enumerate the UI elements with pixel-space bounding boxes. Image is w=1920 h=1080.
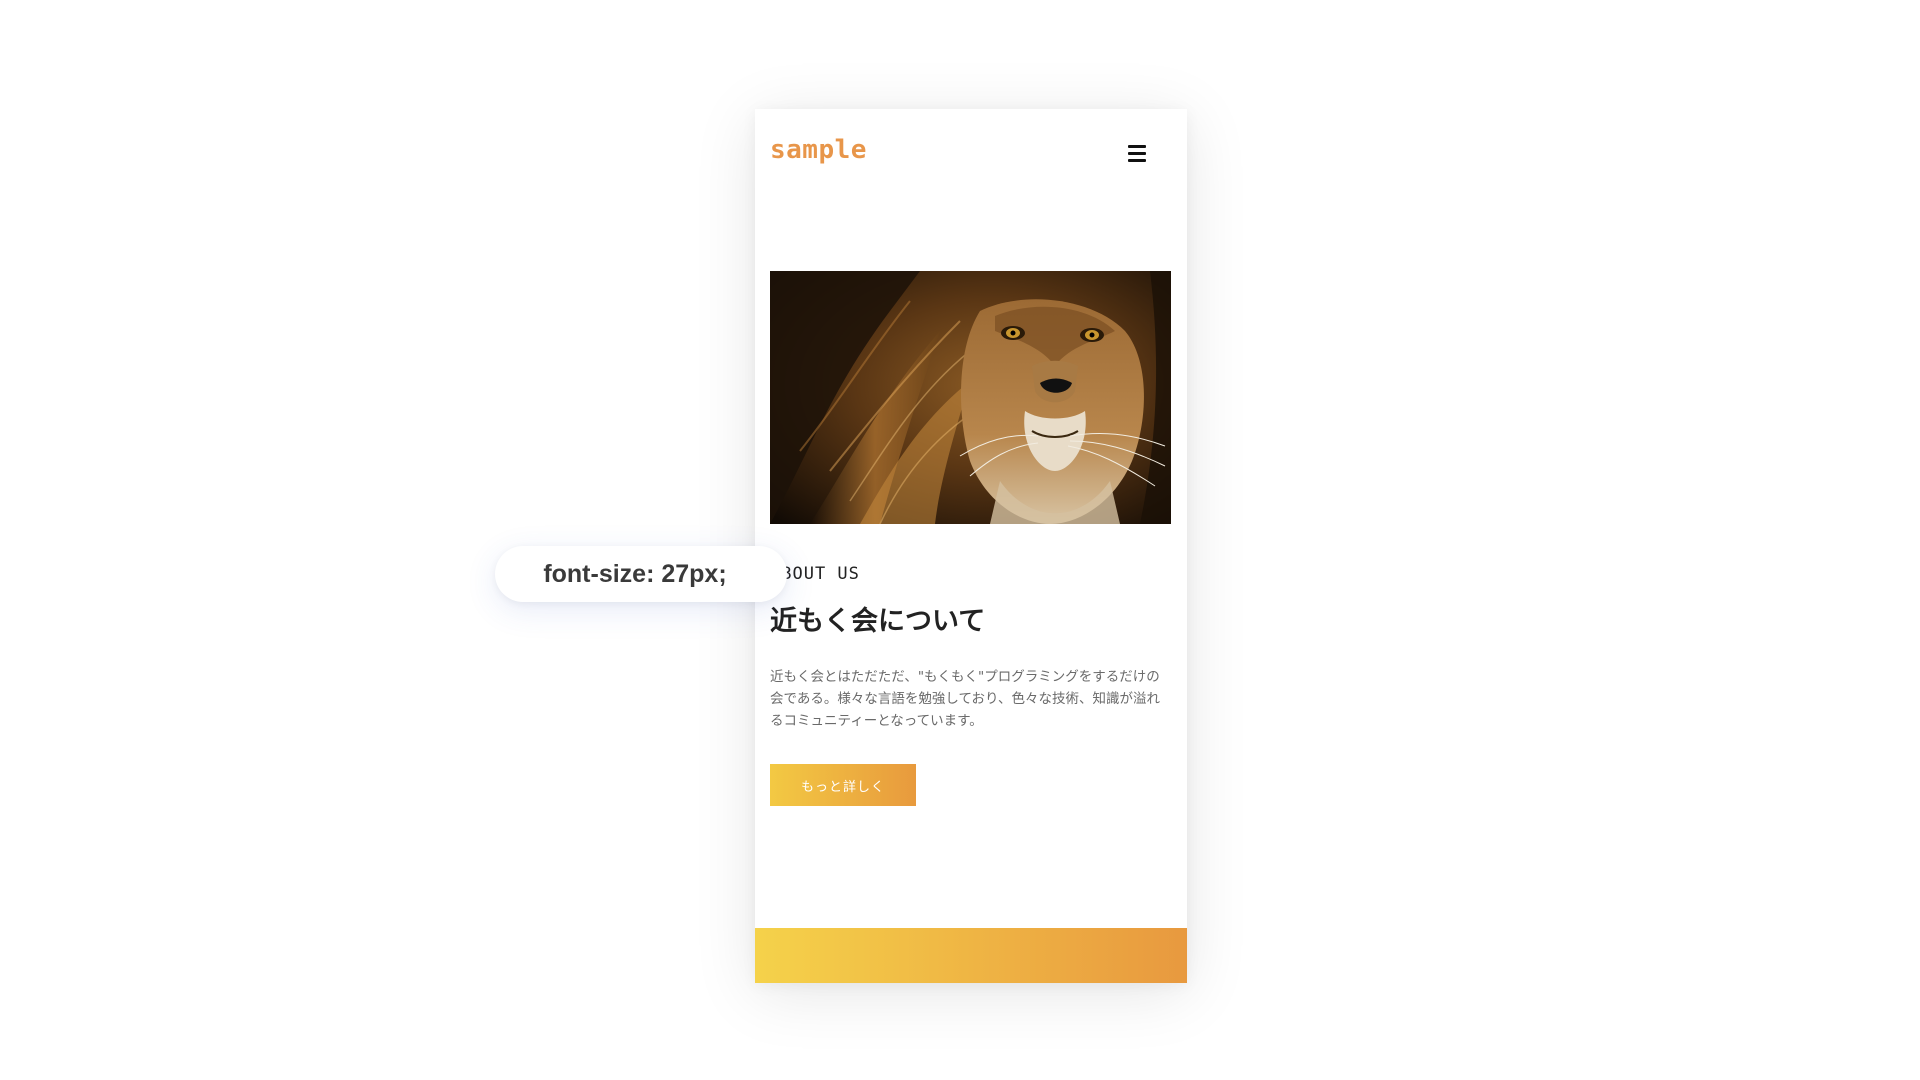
menu-line	[1128, 145, 1146, 148]
mobile-page-preview: sample ABOUT US 近もく会について 近もく会とはただただ、"もくも…	[755, 109, 1187, 983]
section-title: 近もく会について	[770, 606, 986, 637]
menu-line	[1128, 159, 1146, 162]
learn-more-button[interactable]: もっと詳しく	[770, 764, 916, 806]
lion-hero-image	[770, 271, 1171, 524]
design-canvas: sample ABOUT US 近もく会について 近もく会とはただただ、"もくも…	[0, 0, 1920, 1080]
tooltip-text: font-size: 27px;	[543, 559, 727, 588]
site-header: sample	[755, 109, 1187, 199]
font-size-tooltip: font-size: 27px;	[495, 546, 787, 602]
menu-line	[1128, 152, 1146, 155]
footer-gradient-bar	[755, 928, 1187, 983]
section-description: 近もく会とはただただ、"もくもく"プログラミングをするだけの会である。様々な言語…	[770, 669, 1161, 729]
site-logo[interactable]: sample	[770, 135, 867, 165]
lion-photo-illustration	[770, 271, 1171, 524]
hamburger-menu-icon[interactable]	[1128, 145, 1146, 162]
